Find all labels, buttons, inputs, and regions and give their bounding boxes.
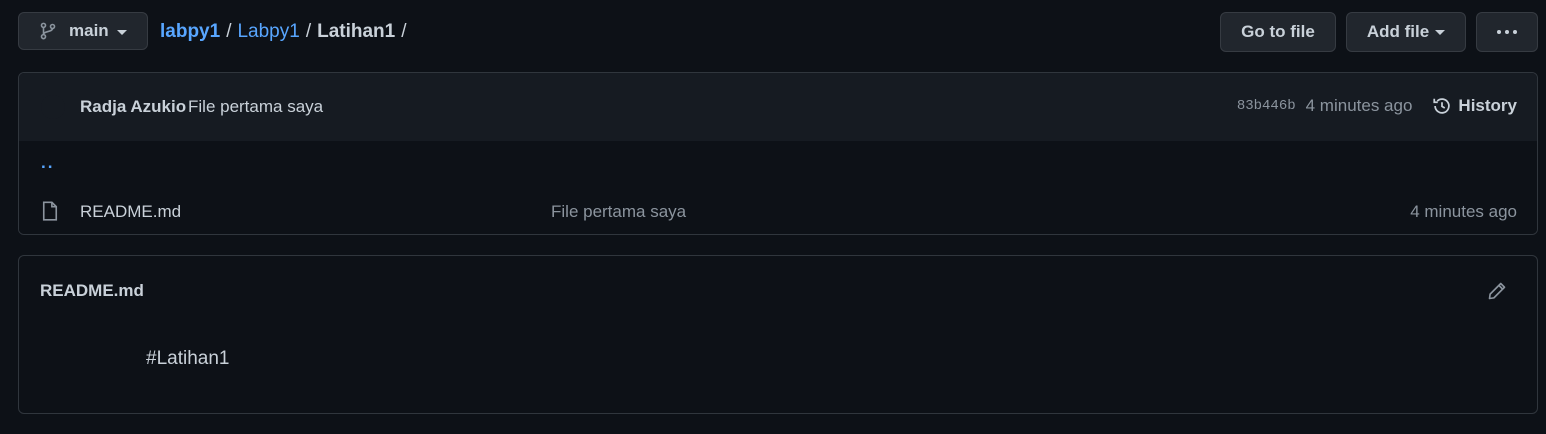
readme-content: #Latihan1	[146, 348, 230, 369]
kebab-horizontal-icon	[1497, 30, 1517, 34]
history-link[interactable]: History	[1432, 96, 1517, 116]
breadcrumb-repo-link[interactable]: Labpy1	[237, 21, 299, 42]
breadcrumb-current: Latihan1	[317, 21, 396, 42]
repo-toolbar: main labpy1/Labpy1/Latihan1/ Go to file …	[18, 12, 1538, 52]
table-row: README.md File pertama saya 4 minutes ag…	[19, 187, 1537, 234]
file-browser: Radja Azukio File pertama saya 83b446b 4…	[18, 72, 1538, 235]
parent-directory-row: ..	[19, 141, 1537, 188]
commit-meta: 83b446b 4 minutes ago History	[1237, 96, 1517, 116]
add-file-button[interactable]: Add file	[1346, 12, 1466, 52]
git-branch-icon	[40, 22, 56, 40]
chevron-down-icon	[116, 30, 127, 35]
file-commit-time: 4 minutes ago	[1410, 202, 1517, 221]
commit-sha[interactable]: 83b446b	[1237, 98, 1296, 114]
breadcrumb-separator: /	[305, 21, 312, 42]
commit-author[interactable]: Radja Azukio	[80, 97, 186, 117]
readme-title[interactable]: README.md	[40, 281, 144, 301]
go-to-file-button[interactable]: Go to file	[1220, 12, 1336, 52]
parent-directory-link[interactable]: ..	[41, 153, 54, 173]
breadcrumb-owner-link[interactable]: labpy1	[160, 21, 220, 42]
avatar[interactable]	[41, 95, 65, 119]
add-file-label: Add file	[1366, 22, 1430, 41]
pencil-icon[interactable]	[1487, 281, 1507, 301]
history-icon	[1433, 98, 1451, 114]
branch-name: main	[69, 21, 109, 40]
breadcrumb-separator: /	[226, 21, 232, 42]
breadcrumb-separator: /	[401, 21, 407, 42]
readme-panel: README.md #Latihan1	[18, 255, 1538, 414]
commit-message[interactable]: File pertama saya	[188, 97, 323, 117]
commit-time: 4 minutes ago	[1305, 96, 1413, 115]
more-options-button[interactable]	[1476, 12, 1538, 52]
file-name-link[interactable]: README.md	[80, 202, 181, 222]
chevron-down-icon	[1435, 29, 1446, 35]
file-icon	[42, 201, 58, 221]
file-commit-message[interactable]: File pertama saya	[551, 202, 686, 222]
branch-selector-button[interactable]: main	[18, 12, 148, 50]
history-label: History	[1458, 96, 1517, 115]
latest-commit-bar: Radja Azukio File pertama saya 83b446b 4…	[19, 73, 1537, 142]
breadcrumb: labpy1/Labpy1/Latihan1/	[160, 21, 413, 43]
